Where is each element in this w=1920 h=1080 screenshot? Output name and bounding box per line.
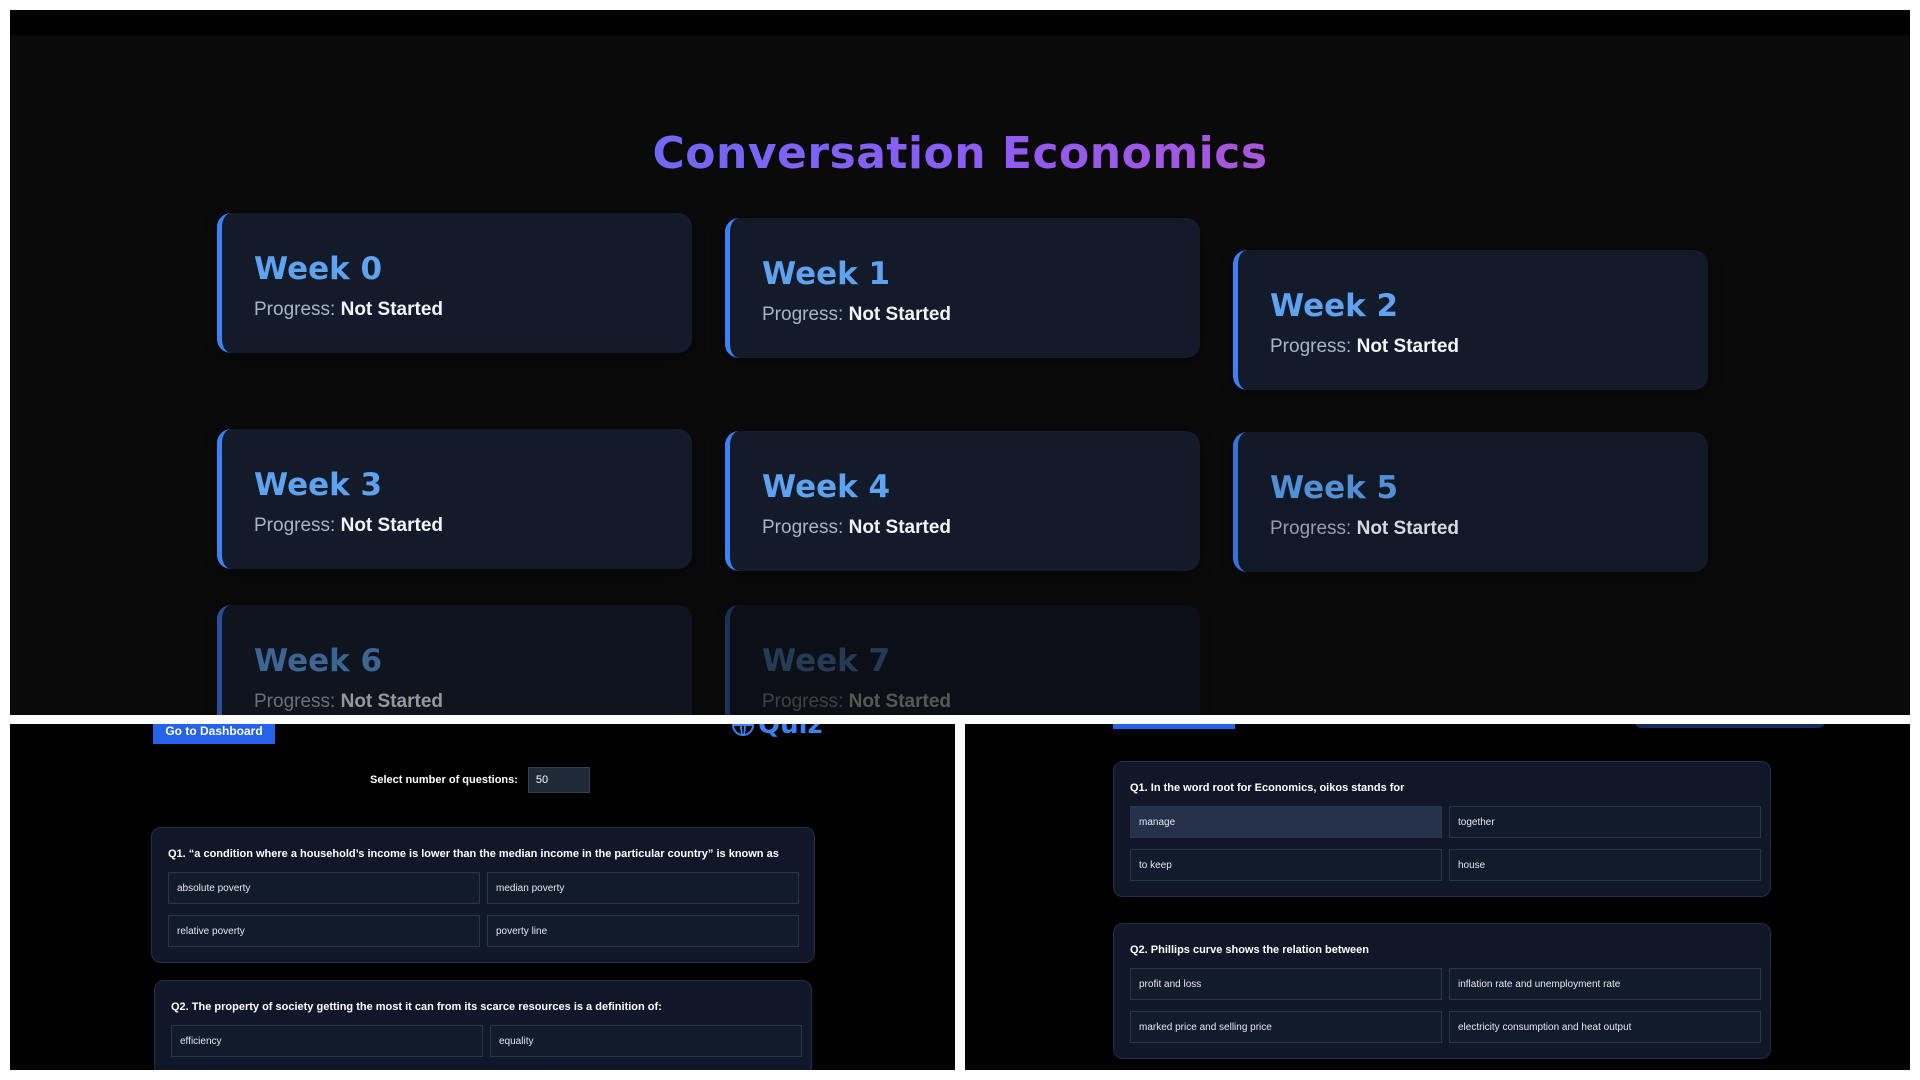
question-text: Q1. In the word root for Economics, oiko… (1130, 782, 1405, 794)
progress-status: Not Started (848, 691, 951, 712)
answer-option[interactable]: marked price and selling price (1130, 1011, 1442, 1043)
progress-label: Progress: (1270, 518, 1352, 539)
progress-label: Progress: (254, 691, 336, 712)
question-count-selector: Select number of questions: (370, 767, 590, 793)
week-title: Week 0 (254, 251, 383, 287)
question-card: Q2. The property of society getting the … (154, 980, 812, 1070)
quiz-heading-cutoff (1635, 724, 1825, 728)
week-title: Week 4 (762, 469, 891, 505)
progress-status: Not Started (340, 515, 443, 536)
progress-label: Progress: (254, 515, 336, 536)
week-card-3[interactable]: Week 3 Progress: Not Started (217, 429, 692, 569)
progress-text: Progress: Not Started (254, 299, 443, 321)
top-bar (10, 10, 1910, 35)
quiz-panel-right: Q1. In the word root for Economics, oiko… (965, 724, 1910, 1070)
question-card: Q1. “a condition where a household’s inc… (151, 827, 815, 963)
progress-label: Progress: (762, 691, 844, 712)
question-card: Q2. Phillips curve shows the relation be… (1113, 923, 1771, 1059)
answer-option[interactable]: poverty line (487, 915, 799, 947)
screenshot-collage: Conversation Economics Week 0 Progress: … (0, 0, 1920, 1080)
week-card-0[interactable]: Week 0 Progress: Not Started (217, 213, 692, 353)
answer-option[interactable]: to keep (1130, 849, 1442, 881)
progress-text: Progress: Not Started (1270, 518, 1459, 540)
progress-text: Progress: Not Started (254, 515, 443, 537)
globe-icon (732, 724, 754, 736)
progress-status: Not Started (848, 304, 951, 325)
week-card-6[interactable]: Week 6 Progress: Not Started (217, 605, 692, 715)
progress-text: Progress: Not Started (762, 304, 951, 326)
week-card-1[interactable]: Week 1 Progress: Not Started (725, 218, 1200, 358)
quiz-heading-text: Quiz (758, 724, 823, 740)
question-count-input[interactable] (527, 767, 590, 793)
week-title: Week 1 (762, 256, 891, 292)
go-to-dashboard-button[interactable] (1113, 724, 1235, 729)
progress-status: Not Started (1356, 336, 1459, 357)
answer-option[interactable]: absolute poverty (168, 872, 480, 904)
week-card-5[interactable]: Week 5 Progress: Not Started (1233, 432, 1708, 572)
progress-label: Progress: (254, 299, 336, 320)
week-title: Week 6 (254, 643, 383, 679)
week-card-4[interactable]: Week 4 Progress: Not Started (725, 431, 1200, 571)
progress-text: Progress: Not Started (254, 691, 443, 713)
week-title: Week 3 (254, 467, 383, 503)
answer-option[interactable]: electricity consumption and heat output (1449, 1011, 1761, 1043)
progress-label: Progress: (762, 517, 844, 538)
week-title: Week 7 (762, 643, 891, 679)
progress-status: Not Started (848, 517, 951, 538)
progress-status: Not Started (1356, 518, 1459, 539)
progress-label: Progress: (1270, 336, 1352, 357)
progress-status: Not Started (340, 691, 443, 712)
progress-text: Progress: Not Started (762, 691, 951, 713)
week-title: Week 2 (1270, 288, 1399, 324)
answer-option[interactable]: manage (1130, 806, 1442, 838)
question-count-label: Select number of questions: (370, 774, 518, 786)
question-card: Q1. In the word root for Economics, oiko… (1113, 761, 1771, 897)
answer-option[interactable]: profit and loss (1130, 968, 1442, 1000)
week-card-2[interactable]: Week 2 Progress: Not Started (1233, 250, 1708, 390)
progress-text: Progress: Not Started (1270, 336, 1459, 358)
quiz-heading: Quiz (732, 724, 823, 740)
answer-option[interactable]: equality (490, 1025, 802, 1057)
question-text: Q2. Phillips curve shows the relation be… (1130, 944, 1370, 956)
question-text: Q1. “a condition where a household’s inc… (168, 848, 779, 860)
question-text: Q2. The property of society getting the … (171, 1001, 662, 1013)
progress-status: Not Started (340, 299, 443, 320)
answer-option[interactable]: median poverty (487, 872, 799, 904)
answer-option[interactable]: together (1449, 806, 1761, 838)
answer-option[interactable]: relative poverty (168, 915, 480, 947)
go-to-dashboard-button[interactable]: Go to Dashboard (153, 724, 275, 744)
answer-option[interactable]: efficiency (171, 1025, 483, 1057)
progress-text: Progress: Not Started (762, 517, 951, 539)
answer-option[interactable]: house (1449, 849, 1761, 881)
week-title: Week 5 (1270, 470, 1399, 506)
progress-label: Progress: (762, 304, 844, 325)
dashboard-panel: Conversation Economics Week 0 Progress: … (10, 10, 1910, 715)
answer-option[interactable]: inflation rate and unemployment rate (1449, 968, 1761, 1000)
week-card-7[interactable]: Week 7 Progress: Not Started (725, 605, 1200, 715)
app-title: Conversation Economics (10, 128, 1910, 179)
quiz-panel-left: Go to Dashboard Quiz Select number of qu… (10, 724, 955, 1070)
